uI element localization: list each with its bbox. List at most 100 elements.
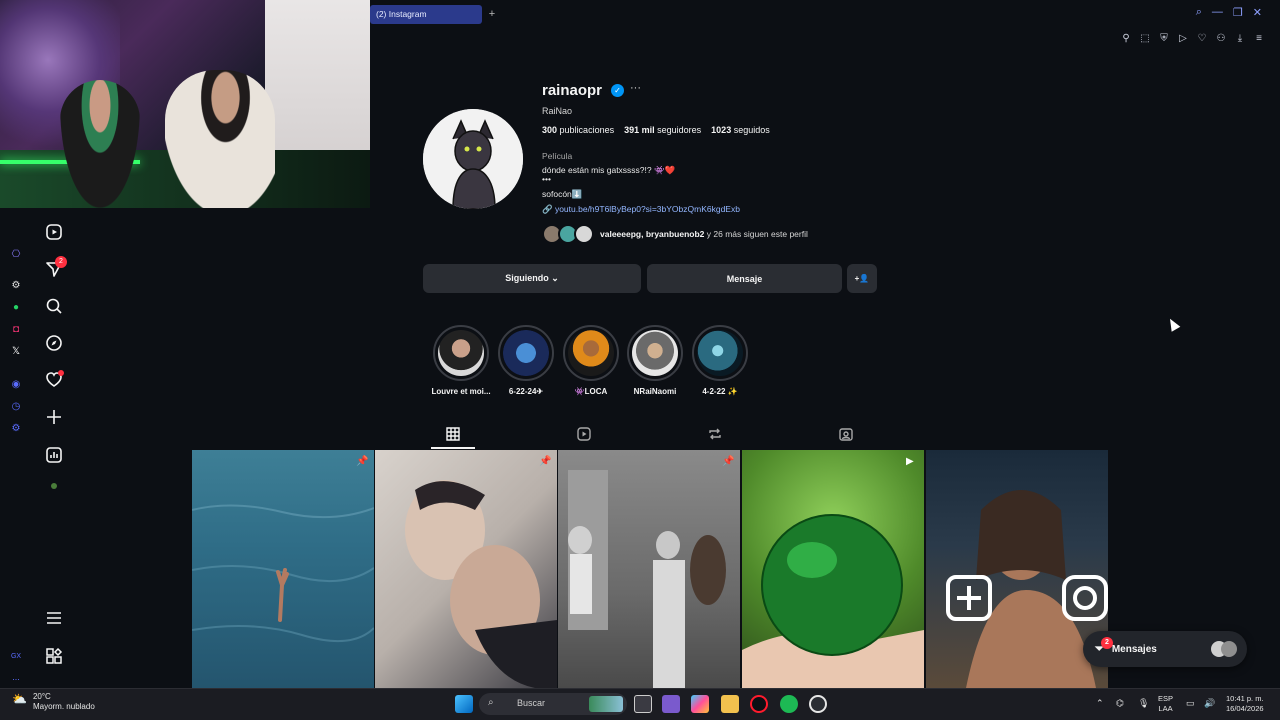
network-icon[interactable]: ⌬ bbox=[1116, 698, 1124, 708]
whatsapp-icon[interactable]: ● bbox=[9, 301, 23, 315]
history-icon[interactable]: ◷ bbox=[9, 400, 23, 414]
post-tile[interactable]: 📌 bbox=[192, 450, 374, 688]
bookmark-icon[interactable]: ⚲ bbox=[1120, 33, 1132, 44]
copilot-icon[interactable] bbox=[691, 695, 709, 713]
tab-instagram[interactable]: (2) Instagram bbox=[370, 5, 482, 24]
search-highlight-image bbox=[589, 696, 623, 712]
followed-by[interactable]: valeeeepg, bryanbuenob2 y 26 más siguen … bbox=[542, 224, 808, 244]
reposts-icon[interactable] bbox=[707, 426, 727, 444]
app-icon[interactable] bbox=[809, 695, 827, 713]
highlight-item[interactable]: 👾LOCA bbox=[563, 325, 619, 396]
post-tile[interactable]: 📌 bbox=[558, 450, 740, 688]
post-tile[interactable]: 📌 bbox=[375, 450, 557, 688]
taskbar-search[interactable]: ⌕ Buscar bbox=[479, 693, 627, 715]
screenshot-icon[interactable]: ⬚ bbox=[1139, 33, 1151, 44]
post-tile[interactable] bbox=[926, 450, 1108, 688]
pin-icon: 📌 bbox=[722, 456, 735, 467]
messages-icon[interactable]: 2 bbox=[44, 256, 67, 279]
suggest-people-button[interactable]: +👤 bbox=[847, 264, 877, 293]
restore-icon[interactable]: ❐ bbox=[1233, 6, 1243, 19]
active-tab-indicator bbox=[431, 447, 475, 449]
close-icon[interactable]: ✕ bbox=[1253, 6, 1262, 19]
weather-widget[interactable]: ⛅ 20°C Mayorm. nublado bbox=[12, 692, 95, 712]
pin-icon: 📌 bbox=[356, 456, 369, 467]
x-icon[interactable]: 𝕏 bbox=[9, 345, 23, 359]
more-icon[interactable] bbox=[44, 608, 64, 628]
microphone-icon[interactable]: 🎙 bbox=[1138, 698, 1149, 708]
account-icon[interactable]: ⚇ bbox=[1215, 33, 1227, 44]
explore-icon[interactable] bbox=[44, 333, 64, 353]
reels-icon[interactable] bbox=[576, 426, 596, 444]
highlight-item[interactable]: 6-22-24✈ bbox=[498, 325, 554, 396]
messages-icon: ⏷ 2 bbox=[1095, 636, 1113, 656]
volume-icon[interactable]: 🔊 bbox=[1204, 698, 1215, 708]
options-button[interactable]: ··· bbox=[630, 82, 641, 94]
instagram-icon[interactable]: ◘ bbox=[9, 323, 23, 337]
stat-following[interactable]: 1023 seguidos bbox=[711, 125, 770, 135]
display-icon[interactable]: ▭ bbox=[1186, 698, 1195, 708]
spotify-icon[interactable] bbox=[780, 695, 798, 713]
messages-badge: 2 bbox=[55, 256, 67, 268]
link-text[interactable]: youtu.be/h9T6lByBep0?si=3bYObzQmK6kgdExb bbox=[555, 204, 740, 214]
grid-icon[interactable] bbox=[445, 426, 465, 444]
minimize-icon[interactable]: — bbox=[1212, 6, 1223, 19]
profile-username: rainaopr bbox=[542, 82, 603, 99]
new-tab-button[interactable]: + bbox=[485, 7, 499, 21]
bio-line: sofocón⬇️ bbox=[542, 189, 583, 199]
weather-desc: Mayorm. nublado bbox=[32, 702, 95, 711]
highlight-item[interactable]: NRaiNaomi bbox=[627, 325, 683, 396]
windows-start-icon[interactable] bbox=[455, 695, 473, 713]
stat-posts: 300 publicaciones bbox=[542, 125, 615, 135]
dashboard-icon[interactable] bbox=[44, 445, 64, 465]
followed-by-text: valeeeepg, bryanbuenob2 y 26 más siguen … bbox=[600, 229, 808, 239]
messages-label: Mensajes bbox=[1111, 643, 1157, 655]
more-icon[interactable]: ... bbox=[9, 670, 23, 684]
reels-icon[interactable] bbox=[44, 222, 64, 242]
search-icon[interactable]: ⌕ bbox=[1196, 6, 1202, 19]
weather-icon: ⛅ bbox=[12, 692, 27, 706]
profile-link[interactable]: 🔗 youtu.be/h9T6lByBep0?si=3bYObzQmK6kgdE… bbox=[542, 204, 740, 215]
threads-icon[interactable] bbox=[51, 483, 57, 489]
notifications-icon[interactable] bbox=[44, 370, 64, 390]
tagged-icon[interactable] bbox=[838, 426, 858, 444]
messages-badge: 2 bbox=[1101, 636, 1113, 649]
browser-toolbar: ⚲ ⬚ ⛨ ▷ ♡ ⚇ ⤓ ≡ bbox=[1120, 28, 1280, 48]
profile-full-name: RaiNao bbox=[542, 106, 573, 116]
settings-icon[interactable]: ⚙ bbox=[9, 422, 23, 436]
browser-tab-bar: (2) Instagram + ⌕ — ❐ ✕ bbox=[370, 0, 1280, 28]
profile-avatar[interactable] bbox=[423, 109, 523, 209]
download-icon[interactable]: ⤓ bbox=[1234, 33, 1246, 44]
messages-pill[interactable]: ⏷ 2 Mensajes bbox=[1083, 631, 1247, 667]
player-icon[interactable]: ◉ bbox=[9, 378, 23, 392]
search-icon[interactable] bbox=[44, 296, 64, 316]
create-icon[interactable] bbox=[44, 407, 64, 427]
highlight-item[interactable]: Louvre et moi... bbox=[431, 325, 491, 396]
profile-category: Película bbox=[542, 151, 573, 161]
avatar bbox=[1221, 641, 1237, 657]
search-icon: ⌕ bbox=[488, 697, 494, 708]
stat-followers[interactable]: 391 mil seguidores bbox=[624, 125, 701, 135]
task-view-icon[interactable] bbox=[634, 695, 652, 713]
menu-icon[interactable]: ≡ bbox=[1253, 33, 1265, 44]
store-icon[interactable] bbox=[662, 695, 680, 713]
post-tile[interactable]: ▶ bbox=[742, 450, 924, 688]
play-icon[interactable]: ▷ bbox=[1177, 33, 1189, 44]
opera-gx-icon[interactable] bbox=[750, 695, 768, 713]
message-button[interactable]: Mensaje bbox=[647, 264, 842, 293]
chevron-up-icon[interactable]: ⌃ bbox=[1096, 698, 1104, 708]
clock[interactable]: 10:41 p. m. 16/04/2026 bbox=[1226, 694, 1264, 714]
chatgpt-icon[interactable]: ⚙ bbox=[9, 279, 23, 293]
highlight-item[interactable]: 4-2-22 ✨ bbox=[692, 325, 748, 396]
gamepad-icon[interactable]: ⎔ bbox=[9, 248, 23, 262]
file-explorer-icon[interactable] bbox=[721, 695, 739, 713]
reel-icon: ▶ bbox=[906, 456, 914, 467]
highlight-label: 4-2-22 ✨ bbox=[702, 387, 738, 396]
bio-line: ••• bbox=[542, 174, 551, 184]
apps-icon[interactable] bbox=[44, 646, 64, 666]
language-indicator[interactable]: ESP LAA bbox=[1158, 694, 1173, 714]
shield-icon[interactable]: ⛨ bbox=[1158, 33, 1170, 44]
following-button[interactable]: Siguiendo ⌄ bbox=[423, 264, 641, 293]
heart-icon[interactable]: ♡ bbox=[1196, 33, 1208, 44]
profile-stats: 300 publicaciones 391 mil seguidores 102… bbox=[542, 125, 770, 135]
notifications-dot bbox=[58, 370, 64, 376]
